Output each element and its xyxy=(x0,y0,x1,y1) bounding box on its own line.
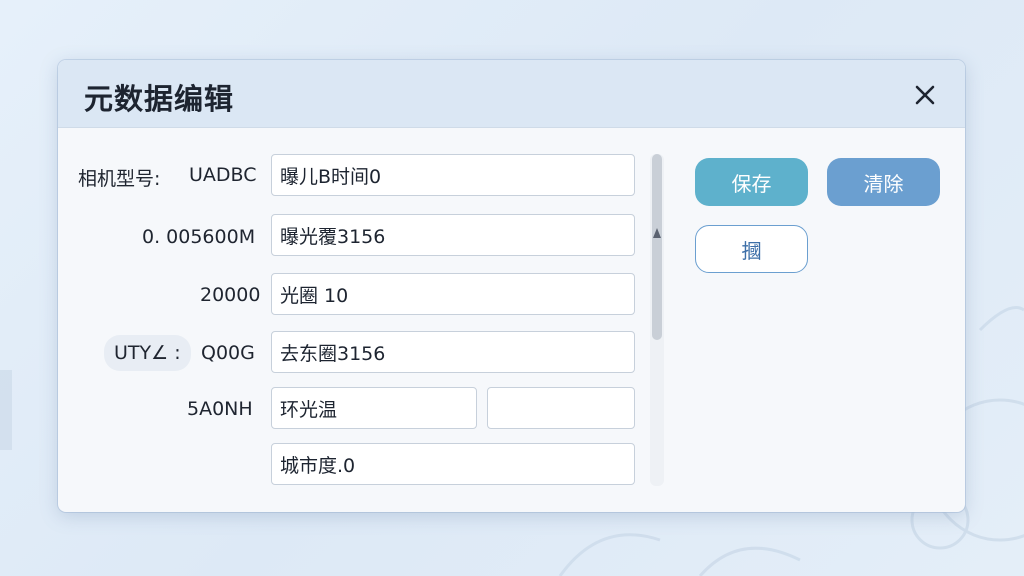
ambient-light-field-2[interactable] xyxy=(487,387,635,429)
row5-label: 5A0NH xyxy=(187,398,253,420)
aperture-field[interactable] xyxy=(271,273,635,315)
row4-chip: UTY∠ : xyxy=(104,335,191,371)
scrollbar-thumb[interactable] xyxy=(652,154,662,340)
camera-model-label: 相机型号: xyxy=(78,168,161,190)
dialog-header: 元数据编辑 xyxy=(58,60,965,128)
row4-field[interactable] xyxy=(271,331,635,373)
clear-button[interactable]: 清除 xyxy=(827,158,940,206)
row2-label: 0. 005600M xyxy=(142,226,256,248)
exposure-time-field[interactable] xyxy=(271,154,635,196)
row4-label: Q00G xyxy=(201,342,255,364)
city-field[interactable] xyxy=(271,443,635,485)
metadata-dialog: 元数据编辑 相机型号: UADBC 0. 005600M 20000 UTY∠ … xyxy=(58,60,965,512)
secondary-button[interactable]: 摑 xyxy=(695,225,808,273)
scroll-arrow-icon xyxy=(653,228,661,238)
ambient-light-field[interactable] xyxy=(271,387,477,429)
dialog-title: 元数据编辑 xyxy=(84,82,235,116)
camera-model-code: UADBC xyxy=(189,164,257,186)
exposure-field[interactable] xyxy=(271,214,635,256)
close-icon[interactable] xyxy=(910,80,940,110)
row3-label: 20000 xyxy=(200,284,261,306)
scrollbar[interactable] xyxy=(650,154,664,486)
save-button[interactable]: 保存 xyxy=(695,158,808,206)
